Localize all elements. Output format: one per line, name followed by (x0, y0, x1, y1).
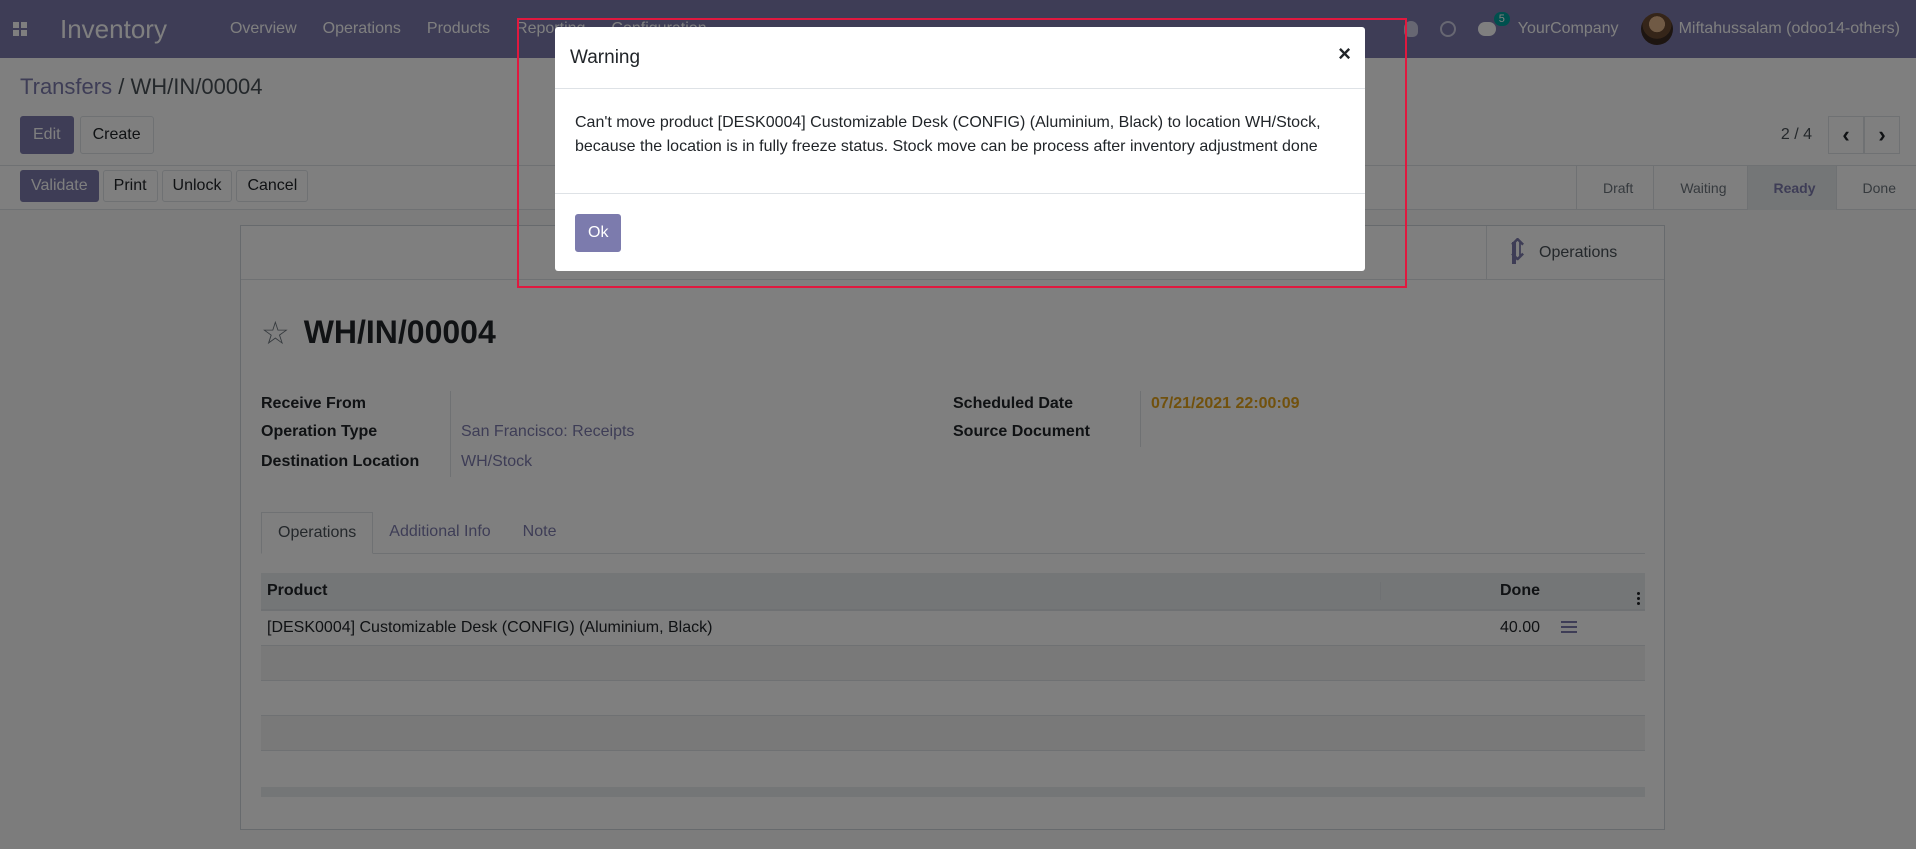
modal-body: Can't move product [DESK0004] Customizab… (555, 89, 1365, 194)
ok-button[interactable]: Ok (575, 214, 622, 252)
modal-header: Warning × (555, 27, 1365, 89)
modal-title: Warning (570, 47, 641, 68)
modal-footer: Ok (555, 194, 1365, 272)
warning-message-line-1: Can't move product [DESK0004] Customizab… (575, 114, 1321, 131)
close-icon[interactable]: × (1338, 41, 1351, 67)
warning-dialog: Warning × Can't move product [DESK0004] … (555, 27, 1365, 271)
warning-message-line-2: because the location is in fully freeze … (575, 138, 1318, 155)
